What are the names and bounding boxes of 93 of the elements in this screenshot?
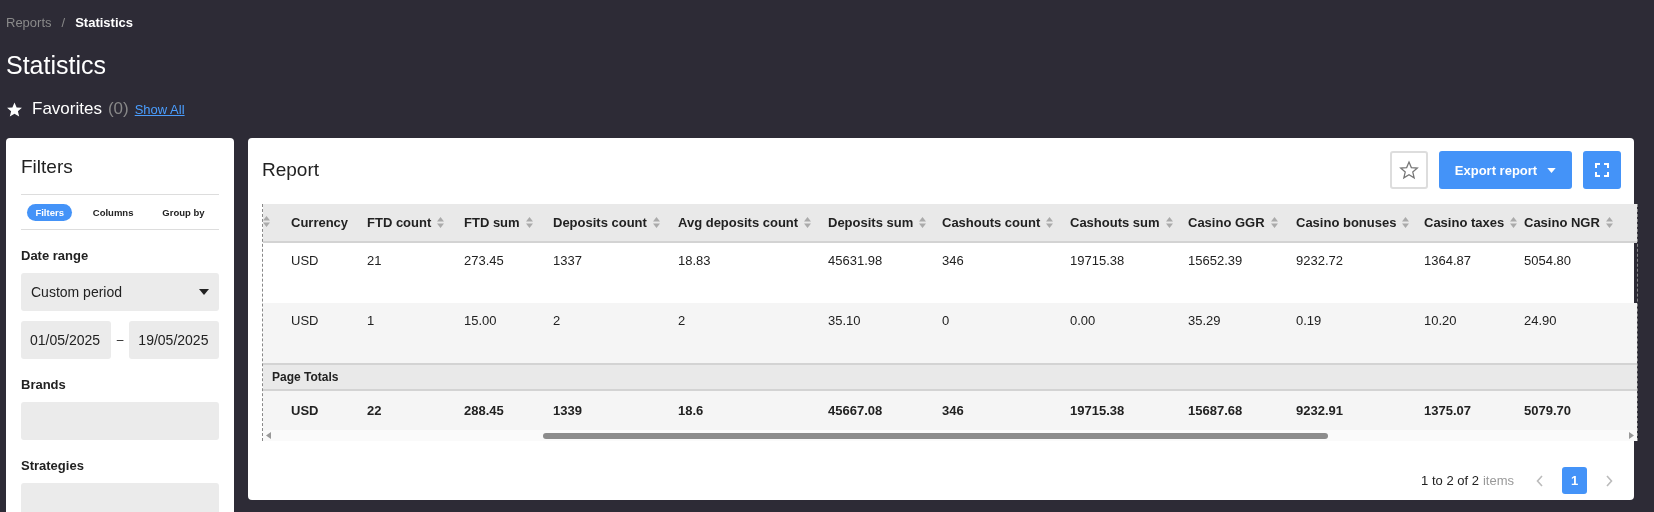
table-cell: 273.45 (464, 253, 504, 268)
total-cell: 9232.91 (1296, 403, 1343, 418)
breadcrumb-item[interactable]: Reports (6, 14, 52, 30)
sort-icon[interactable] (652, 217, 660, 228)
total-cell: 18.6 (678, 403, 704, 418)
total-cell: 15687.68 (1188, 403, 1243, 418)
caret-icon (199, 289, 209, 295)
table-cell: 2 (553, 313, 561, 328)
report-title: Report (262, 159, 320, 181)
table-cell: 0 (942, 313, 950, 328)
total-cell: 19715.38 (1070, 403, 1125, 418)
sort-icon[interactable] (1402, 217, 1410, 228)
filter-tab[interactable]: Group by (154, 203, 213, 221)
table-cell: 24.90 (1524, 313, 1557, 328)
date-range-select[interactable]: Custom period (21, 273, 219, 311)
favorites-count: (0) (107, 99, 129, 119)
caret-icon (1547, 167, 1557, 173)
sort-icon[interactable] (1046, 217, 1054, 228)
table-cell: 346 (942, 253, 964, 268)
page-title: Statistics (6, 50, 108, 80)
total-cell: 45667.08 (828, 403, 883, 418)
table-cell: 5054.80 (1524, 253, 1571, 268)
table-cell: 45631.98 (828, 253, 883, 268)
field-label: Date range (21, 248, 90, 263)
previous-page-icon[interactable] (1536, 474, 1544, 487)
favorite-button[interactable] (1390, 151, 1428, 189)
table-cell: 1 (367, 313, 375, 328)
table-cell: 15652.39 (1188, 253, 1243, 268)
column-header[interactable]: Cashouts count (942, 215, 1041, 230)
table-cell: 0.19 (1296, 313, 1322, 328)
column-header[interactable]: Casino taxes (1424, 215, 1505, 230)
sort-icon[interactable] (919, 217, 927, 228)
total-cell: 22 (367, 403, 382, 418)
sort-icon[interactable] (804, 217, 812, 228)
sort-icon[interactable] (437, 217, 445, 228)
table-cell: 10.20 (1424, 313, 1457, 328)
sort-icon[interactable] (1510, 217, 1518, 228)
filters-title: Filters (21, 156, 74, 178)
table-cell: 1337 (553, 253, 582, 268)
table-cell: USD (291, 253, 319, 268)
horizontal-scrollbar[interactable] (263, 430, 1637, 441)
table-cell: 9232.72 (1296, 253, 1343, 268)
scroll-left-icon[interactable] (266, 432, 271, 439)
total-cell: 5079.70 (1524, 403, 1571, 418)
breadcrumb-item: Statistics (75, 14, 133, 30)
star-icon (6, 100, 23, 118)
sort-icon[interactable] (263, 216, 270, 227)
total-cell: USD (291, 403, 319, 418)
sort-icon[interactable] (1605, 217, 1613, 228)
date-separator: – (116, 333, 124, 347)
breadcrumb-separator: / (61, 14, 66, 30)
field-label: Strategies (21, 458, 85, 473)
table-cell: 15.00 (464, 313, 497, 328)
column-header[interactable]: Casino bonuses (1296, 215, 1397, 230)
column-header[interactable]: Casino GGR (1188, 215, 1265, 230)
total-cell: 346 (942, 403, 964, 418)
table-cell: 0.00 (1070, 313, 1096, 328)
table-cell: 21 (367, 253, 382, 268)
column-header[interactable]: Casino NGR (1524, 215, 1600, 230)
table-cell: 18.83 (678, 253, 711, 268)
sort-icon[interactable] (1270, 217, 1278, 228)
next-page-icon[interactable] (1605, 474, 1613, 487)
total-cell: 1375.07 (1424, 403, 1471, 418)
favorites-label: Favorites (32, 99, 102, 119)
table-cell: 19715.38 (1070, 253, 1125, 268)
fullscreen-icon (1595, 163, 1609, 177)
show-all-link[interactable]: Show All (134, 101, 185, 117)
table-cell: 2 (678, 313, 686, 328)
star-icon (1399, 160, 1419, 180)
table-cell: 35.29 (1188, 313, 1221, 328)
column-header[interactable]: Deposits sum (828, 215, 914, 230)
total-cell: 1339 (553, 403, 582, 418)
column-header[interactable]: Avg deposits count (678, 215, 799, 230)
sort-icon[interactable] (525, 217, 533, 228)
field-label: Brands (21, 377, 67, 392)
scroll-right-icon[interactable] (1629, 432, 1634, 439)
column-header[interactable]: Cashouts sum (1070, 215, 1160, 230)
table-cell: 1364.87 (1424, 253, 1471, 268)
table-cell: USD (291, 313, 319, 328)
page-totals-label: Page Totals (272, 370, 339, 384)
column-header[interactable]: FTD sum (464, 215, 520, 230)
column-header[interactable]: Deposits count (553, 215, 647, 230)
total-cell: 288.45 (464, 403, 504, 418)
filter-tab[interactable]: Columns (84, 203, 142, 221)
table-cell: 35.10 (828, 313, 861, 328)
column-header[interactable]: Currency (291, 215, 349, 230)
sort-icon[interactable] (1165, 217, 1173, 228)
date-to-field[interactable]: 19/05/2025 (129, 321, 219, 359)
date-from-field[interactable]: 01/05/2025 (21, 321, 111, 359)
pagination-unit: items (1482, 473, 1514, 488)
fullscreen-button[interactable] (1583, 151, 1621, 189)
pagination-range: 1 to 2 of 2 (1421, 473, 1479, 488)
column-header[interactable]: FTD count (367, 215, 432, 230)
